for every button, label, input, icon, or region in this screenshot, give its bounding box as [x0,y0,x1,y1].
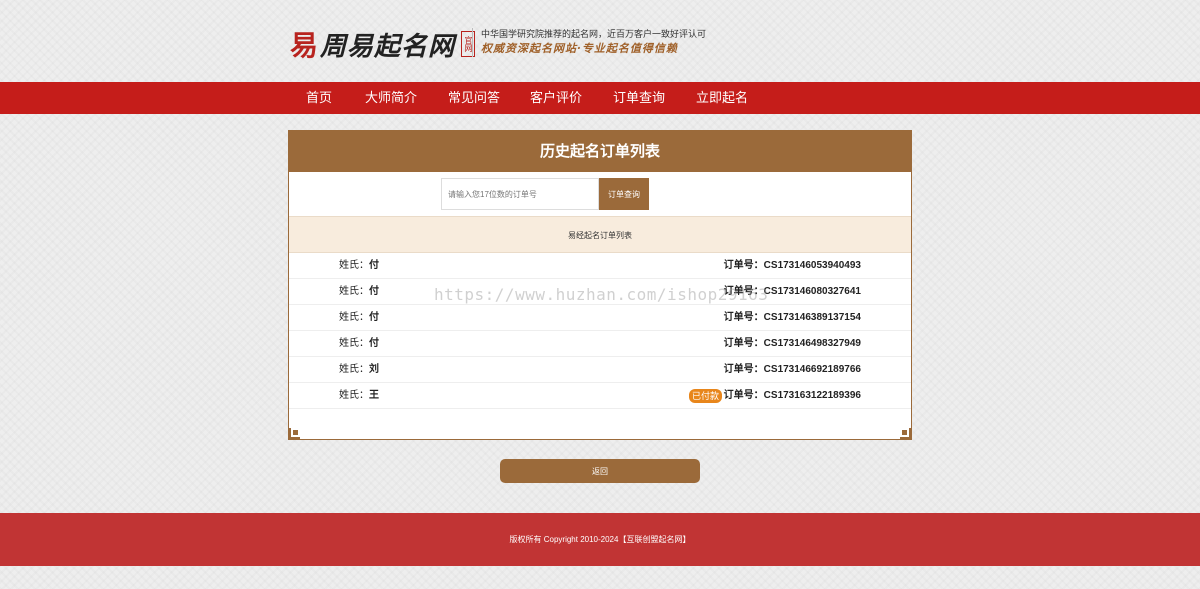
copyright-text: 版权所有 Copyright 2010-2024【互联创盟起名网】 [509,535,691,544]
order-value: CS173146498327949 [763,338,861,349]
nav-item-reviews[interactable]: 客户评价 [530,82,613,114]
order-label: 订单号： [723,312,764,323]
order-number: 订单号：CS173146498327949 [724,331,861,357]
order-list-panel: 历史起名订单列表 订单查询 易经起名订单列表 姓氏：付 订单号：CS173146… [288,130,912,440]
surname: 姓氏：刘 [339,357,379,383]
order-label: 订单号： [723,390,764,401]
order-number: 订单号：CS173163122189396 [724,383,861,409]
order-value: CS173146080327641 [763,286,861,297]
list-item[interactable]: 姓氏：刘 订单号：CS173146692189766 [289,357,911,383]
order-label: 订单号： [723,260,764,271]
paid-status-badge: 已付款 [689,389,723,403]
site-logo[interactable]: 易 周易起名网 官网 [290,24,476,64]
order-number: 订单号：CS173146080327641 [724,279,861,305]
logo-mark-icon: 易 [290,30,319,61]
list-item[interactable]: 姓氏：付 订单号：CS173146498327949 [289,331,911,357]
order-number-input[interactable] [441,178,599,210]
surname-value: 付 [369,312,379,323]
surname-value: 王 [369,390,379,401]
order-label: 订单号： [723,338,764,349]
surname-value: 付 [369,338,379,349]
surname: 姓氏：付 [339,331,379,357]
order-number: 订单号：CS173146692189766 [724,357,861,383]
surname-label: 姓氏： [339,338,369,349]
order-value: CS173146389137154 [763,312,861,323]
surname-value: 刘 [369,364,379,375]
back-button[interactable]: 返回 [500,459,700,483]
surname-value: 付 [369,286,379,297]
nav-item-master[interactable]: 大师简介 [365,82,448,114]
order-value: CS173146053940493 [763,260,861,271]
surname-label: 姓氏： [339,260,369,271]
order-search-button[interactable]: 订单查询 [599,178,649,210]
list-item[interactable]: 姓氏：付 订单号：CS173146080327641 [289,279,911,305]
order-label: 订单号： [723,364,764,375]
list-item[interactable]: 姓氏：付 订单号：CS173146389137154 [289,305,911,331]
surname-label: 姓氏： [339,312,369,323]
main-nav: 首页 大师简介 常见问答 客户评价 订单查询 立即起名 [0,82,1200,114]
order-value: CS173163122189396 [763,390,861,401]
order-number: 订单号：CS173146389137154 [724,305,861,331]
surname-value: 付 [369,260,379,271]
order-list: 姓氏：付 订单号：CS173146053940493 姓氏：付 订单号：CS17… [289,253,911,409]
nav-item-home[interactable]: 首页 [306,82,365,114]
list-header: 易经起名订单列表 [289,216,911,253]
site-header: 易 周易起名网 官网 中华国学研究院推荐的起名网，近百万客户一致好评认可 权威资… [0,0,1200,82]
surname: 姓氏：王 [339,383,379,409]
site-footer: 版权所有 Copyright 2010-2024【互联创盟起名网】 [0,513,1200,566]
corner-ornament-icon [900,428,912,440]
slogan-line-2: 权威资深起名网站·专业起名值得信赖 [481,42,678,55]
order-search: 订单查询 [289,172,911,216]
nav-item-faq[interactable]: 常见问答 [448,82,530,114]
surname-label: 姓氏： [339,390,369,401]
panel-title: 历史起名订单列表 [289,131,911,172]
nav-item-order-lookup[interactable]: 订单查询 [613,82,696,114]
surname: 姓氏：付 [339,253,379,279]
nav-item-start-naming[interactable]: 立即起名 [696,82,748,114]
order-value: CS173146692189766 [763,364,861,375]
list-item[interactable]: 姓氏：付 订单号：CS173146053940493 [289,253,911,279]
surname: 姓氏：付 [339,279,379,305]
order-number: 订单号：CS173146053940493 [724,253,861,279]
surname-label: 姓氏： [339,364,369,375]
order-label: 订单号： [723,286,764,297]
slogan-line-1: 中华国学研究院推荐的起名网，近百万客户一致好评认可 [481,29,707,39]
slogan: 中华国学研究院推荐的起名网，近百万客户一致好评认可 权威资深起名网站·专业起名值… [472,28,706,57]
surname-label: 姓氏： [339,286,369,297]
logo-text: 周易起名网 [320,31,456,62]
corner-ornament-icon [288,428,300,440]
surname: 姓氏：付 [339,305,379,331]
list-item[interactable]: 姓氏：王 已付款 订单号：CS173163122189396 [289,383,911,409]
